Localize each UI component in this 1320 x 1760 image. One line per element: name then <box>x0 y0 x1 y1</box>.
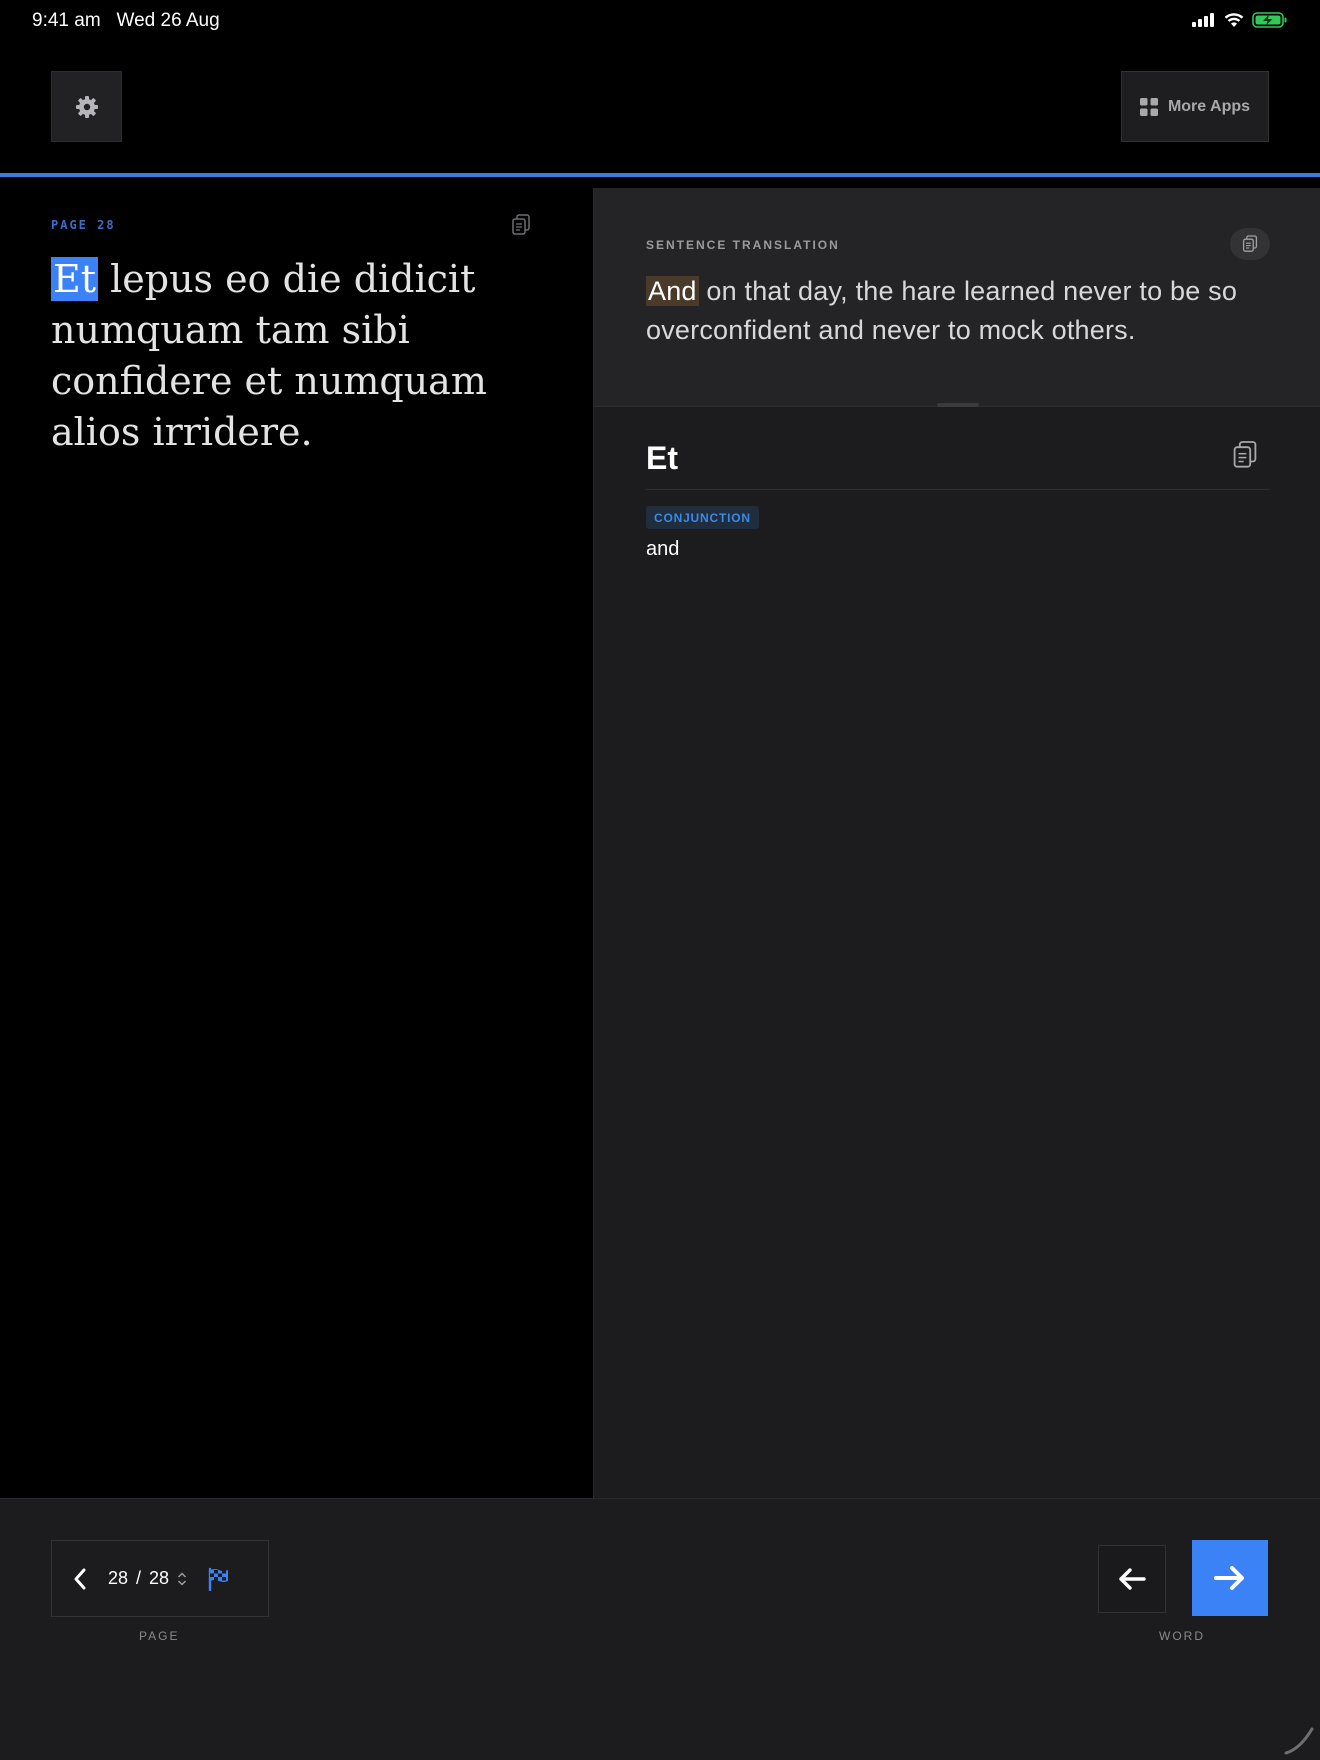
more-apps-button[interactable]: More Apps <box>1121 71 1269 142</box>
latin-word[interactable]: et <box>245 359 283 403</box>
word-title: Et <box>646 440 678 476</box>
latin-word[interactable]: numquam <box>294 359 486 403</box>
latin-sentence: Et lepus eo die didicit numquam tam sibi… <box>51 254 511 458</box>
arrow-left-icon <box>1119 1568 1146 1590</box>
battery-charging-icon <box>1252 12 1287 28</box>
copy-translation-button[interactable] <box>1230 228 1270 260</box>
reading-progress-line <box>0 173 1320 177</box>
copy-icon <box>512 214 530 235</box>
latin-word[interactable]: irridere <box>152 410 300 454</box>
gear-icon <box>75 95 98 118</box>
status-clock: 9:41 am <box>32 10 101 31</box>
translation-highlight: And <box>646 276 699 306</box>
word-separator <box>646 489 1270 490</box>
reader-pane: PAGE 28 Et lepus eo die didicit numquam … <box>0 188 593 1498</box>
settings-button[interactable] <box>51 71 122 142</box>
latin-punctuation: . <box>300 410 313 454</box>
sentence-translation-card: SENTENCE TRANSLATION And on that day, th… <box>594 188 1320 406</box>
finish-flag-button[interactable] <box>207 1567 231 1591</box>
latin-word[interactable]: sibi <box>342 308 410 352</box>
next-word-button[interactable] <box>1192 1540 1268 1616</box>
word-caption: WORD <box>1159 1629 1205 1643</box>
latin-word-selected[interactable]: Et <box>51 257 99 301</box>
wifi-icon <box>1224 12 1244 27</box>
latin-word[interactable]: die <box>283 257 342 301</box>
latin-word[interactable]: tam <box>256 308 330 352</box>
latin-word[interactable]: eo <box>225 257 270 301</box>
latin-word[interactable]: alios <box>51 410 140 454</box>
copy-icon <box>1233 441 1257 468</box>
previous-word-button[interactable] <box>1098 1545 1166 1613</box>
sentence-translation-text: And on that day, the hare learned never … <box>646 272 1276 350</box>
translation-fragment: on that day <box>706 276 841 306</box>
copy-icon <box>1242 235 1258 252</box>
latin-word[interactable]: confidere <box>51 359 232 403</box>
status-icons <box>1192 12 1288 28</box>
more-apps-label: More Apps <box>1167 97 1251 115</box>
top-toolbar: More Apps <box>0 44 1320 174</box>
latin-word[interactable]: lepus <box>110 257 213 301</box>
previous-page-button[interactable] <box>52 1541 108 1616</box>
arrow-right-icon <box>1214 1566 1244 1590</box>
page-separator: / <box>136 1568 142 1588</box>
signal-icon <box>1192 13 1214 27</box>
grid-icon <box>1139 97 1158 116</box>
copy-latin-button[interactable] <box>511 214 531 241</box>
current-page: 28 <box>108 1568 129 1588</box>
translation-punctuation: . <box>1127 315 1136 345</box>
chevron-left-icon <box>74 1568 86 1589</box>
bottom-navigation: 28 / 28 PAGE WORD <box>0 1498 1320 1760</box>
sentence-translation-label: SENTENCE TRANSLATION <box>646 238 840 252</box>
resize-handle[interactable] <box>937 403 979 407</box>
status-bar: 9:41 am Wed 26 Aug <box>0 0 1320 44</box>
translation-punctuation: , <box>840 276 848 306</box>
corner-resize-icon <box>1284 1727 1314 1755</box>
page-navigator: 28 / 28 <box>51 1540 269 1617</box>
status-time: 9:41 am Wed 26 Aug <box>32 10 220 32</box>
word-meaning: and <box>646 538 680 560</box>
page-caption: PAGE <box>139 1629 180 1643</box>
latin-word[interactable]: didicit <box>354 257 476 301</box>
copy-word-button[interactable] <box>1232 440 1258 475</box>
page-label: PAGE 28 <box>51 218 116 232</box>
total-pages: 28 <box>149 1568 170 1588</box>
checkered-flag-icon <box>208 1567 229 1591</box>
latin-word[interactable]: numquam <box>51 308 243 352</box>
translation-pane: SENTENCE TRANSLATION And on that day, th… <box>593 188 1320 1498</box>
updown-chevron-icon <box>178 1571 187 1586</box>
page-picker[interactable]: 28 / 28 <box>108 1568 187 1589</box>
status-date: Wed 26 Aug <box>116 10 220 31</box>
part-of-speech-badge: CONJUNCTION <box>646 506 759 529</box>
